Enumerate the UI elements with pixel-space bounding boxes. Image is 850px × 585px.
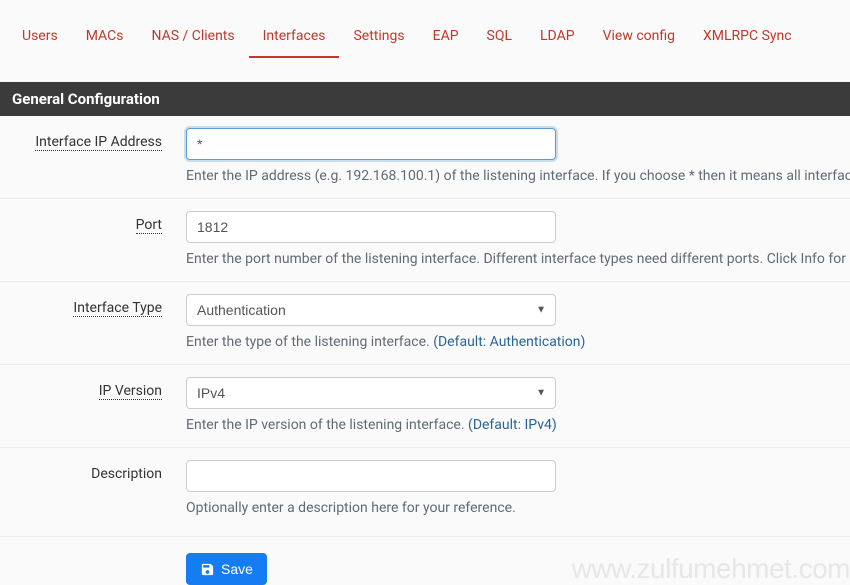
row-port: Port Enter the port number of the listen… — [0, 199, 850, 282]
tab-macs[interactable]: MACs — [72, 18, 138, 58]
save-icon — [200, 562, 215, 577]
row-description: Description Optionally enter a descripti… — [0, 448, 850, 530]
help-interface-ip: Enter the IP address (e.g. 192.168.100.1… — [186, 168, 850, 184]
tab-ldap[interactable]: LDAP — [526, 18, 589, 58]
label-interface-ip: Interface IP Address — [35, 134, 162, 151]
tab-sql[interactable]: SQL — [473, 18, 526, 58]
save-button-label: Save — [221, 561, 253, 577]
interface-type-select[interactable]: Authentication — [186, 294, 556, 326]
interface-ip-input[interactable] — [186, 128, 556, 160]
help-ip-version: Enter the IP version of the listening in… — [186, 417, 850, 433]
tab-bar: Users MACs NAS / Clients Interfaces Sett… — [0, 0, 850, 58]
ip-version-select[interactable]: IPv4 — [186, 377, 556, 409]
label-ip-version: IP Version — [99, 383, 162, 400]
tab-nas-clients[interactable]: NAS / Clients — [137, 18, 248, 58]
help-port: Enter the port number of the listening i… — [186, 251, 850, 267]
tab-users[interactable]: Users — [8, 18, 72, 58]
row-interface-ip: Interface IP Address Enter the IP addres… — [0, 116, 850, 199]
tab-eap[interactable]: EAP — [419, 18, 473, 58]
label-port: Port — [136, 217, 162, 234]
tab-settings[interactable]: Settings — [339, 18, 418, 58]
section-header-general: General Configuration — [0, 82, 850, 116]
help-interface-type: Enter the type of the listening interfac… — [186, 334, 850, 350]
save-button[interactable]: Save — [186, 553, 267, 585]
default-link-interface-type[interactable]: (Default: Authentication) — [433, 334, 585, 350]
help-description: Optionally enter a description here for … — [186, 500, 850, 516]
description-input[interactable] — [186, 460, 556, 492]
port-input[interactable] — [186, 211, 556, 243]
tab-interfaces[interactable]: Interfaces — [249, 18, 340, 58]
label-interface-type: Interface Type — [73, 300, 162, 317]
label-description: Description — [91, 466, 162, 482]
row-interface-type: Interface Type Authentication ▼ Enter th… — [0, 282, 850, 365]
default-link-ip-version[interactable]: (Default: IPv4) — [468, 417, 557, 433]
tab-xmlrpc-sync[interactable]: XMLRPC Sync — [689, 18, 806, 58]
row-ip-version: IP Version IPv4 ▼ Enter the IP version o… — [0, 365, 850, 448]
button-row: Save — [0, 536, 850, 585]
tab-view-config[interactable]: View config — [589, 18, 689, 58]
